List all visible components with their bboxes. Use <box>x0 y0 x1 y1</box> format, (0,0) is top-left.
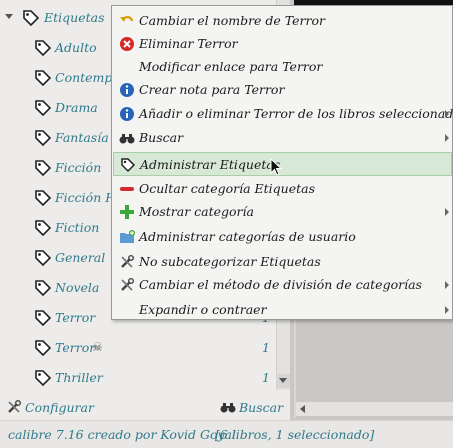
tag-icon <box>35 250 52 267</box>
tree-item-label: Ficción <box>55 160 102 175</box>
skull-icon: ☠ <box>92 340 103 354</box>
info-icon <box>119 106 135 122</box>
mouse-pointer-icon <box>270 158 282 176</box>
menu-item-label: Eliminar Terror <box>139 36 238 51</box>
menu-item-label: Administrar Etiquetas <box>140 157 281 172</box>
tools-icon <box>119 277 135 293</box>
menu-item-label: No subcategorizar Etiquetas <box>139 254 321 269</box>
tag-icon <box>35 130 52 147</box>
menu-item[interactable]: Añadir o eliminar Terror de los libros s… <box>113 102 453 126</box>
horizontal-scrollbar[interactable] <box>296 402 453 416</box>
context-menu: Cambiar el nombre de Terror Eliminar Terr… <box>111 5 453 320</box>
undo-arrow-icon <box>119 13 135 29</box>
submenu-arrow-icon <box>445 134 449 142</box>
menu-item-label: Ocultar categoría Etiquetas <box>139 181 316 196</box>
menu-item[interactable]: No subcategorizar Etiquetas <box>113 250 452 274</box>
plus-green-icon <box>119 204 135 220</box>
tree-item-count: 1 <box>262 370 270 385</box>
delete-red-icon <box>119 36 135 52</box>
tree-item[interactable]: Terror 1 ☠ <box>0 333 276 363</box>
menu-item[interactable]: Administrar categorías de usuario <box>113 225 452 249</box>
menu-item[interactable]: Crear nota para Terror <box>113 78 452 102</box>
search-label: Buscar <box>239 399 284 415</box>
tag-icon <box>35 40 52 57</box>
menu-item-label: Cambiar el nombre de Terror <box>139 13 326 28</box>
tree-item-label: Terror <box>55 340 96 355</box>
search-button[interactable]: Buscar <box>220 398 283 416</box>
menu-item[interactable]: Administrar Etiquetas <box>113 152 452 176</box>
menu-item[interactable]: Eliminar Terror <box>113 32 452 56</box>
tree-item-count: 1 <box>262 340 270 355</box>
tag-icon <box>35 220 52 237</box>
tree-item-label: Adulto <box>55 40 97 55</box>
menu-item-label: Crear nota para Terror <box>139 82 285 97</box>
tree-item-label: Thriller <box>55 370 103 385</box>
tree-item-label: Novela <box>55 280 100 295</box>
menu-item[interactable]: Mostrar categoría <box>113 200 452 224</box>
tree-item-label: Fantasía <box>55 130 109 145</box>
scroll-down-arrow-icon[interactable] <box>276 374 290 388</box>
status-selection: [6 libros, 1 seleccionado] <box>215 427 375 442</box>
configure-label: Configurar <box>25 399 94 415</box>
menu-item-label: Mostrar categoría <box>139 204 254 219</box>
menu-item-label: Añadir o eliminar Terror de los libros s… <box>139 106 453 121</box>
tree-category-label: Etiquetas <box>44 10 105 25</box>
tag-icon <box>35 160 52 177</box>
submenu-arrow-icon <box>445 110 449 118</box>
menu-item-label: Modificar enlace para Terror <box>139 59 323 74</box>
tag-icon <box>23 10 40 27</box>
menu-item[interactable]: Ocultar categoría Etiquetas <box>113 177 452 201</box>
tree-item-label: Terror <box>55 310 96 325</box>
menu-item-label: Cambiar el método de división de categor… <box>139 277 422 292</box>
binoculars-icon <box>220 403 236 413</box>
menu-item[interactable]: Cambiar el nombre de Terror <box>113 9 452 33</box>
menu-item[interactable]: Modificar enlace para Terror <box>113 55 452 79</box>
submenu-arrow-icon <box>445 306 449 314</box>
tag-icon <box>35 70 52 87</box>
menu-item-label: Buscar <box>139 130 184 145</box>
tag-icon <box>35 280 52 297</box>
configure-button[interactable]: Configurar <box>6 398 94 416</box>
binoculars-icon <box>119 130 135 146</box>
minus-red-icon <box>119 181 135 197</box>
tag-icon <box>35 340 52 357</box>
tag-icon <box>35 100 52 117</box>
info-icon <box>119 82 135 98</box>
expand-arrow-icon[interactable] <box>5 14 13 19</box>
submenu-arrow-icon <box>445 281 449 289</box>
tools-icon <box>8 400 21 413</box>
tag-browser-toolbar: Configurar Buscar <box>0 395 290 419</box>
tag-icon <box>35 190 52 207</box>
tag-icon <box>35 310 52 327</box>
status-bar: calibre 7.16 creado por Kovid Goyal [6 l… <box>0 420 453 448</box>
tag-icon <box>120 157 136 173</box>
menu-item[interactable]: Buscar <box>113 126 452 150</box>
submenu-arrow-icon <box>445 208 449 216</box>
status-version: calibre 7.16 creado por Kovid Goyal <box>8 427 236 442</box>
tag-icon <box>35 370 52 387</box>
tree-item-label: General <box>55 250 106 265</box>
folder-add-icon <box>119 229 135 245</box>
tree-item-label: Fiction <box>55 220 100 235</box>
tools-icon <box>119 254 135 270</box>
menu-item[interactable]: Expandir o contraer <box>113 298 452 322</box>
menu-item-label: Expandir o contraer <box>139 302 267 317</box>
tree-item[interactable]: Thriller 1 <box>0 363 276 393</box>
menu-item[interactable]: Cambiar el método de división de categor… <box>113 273 452 297</box>
menu-item-label: Administrar categorías de usuario <box>139 229 356 244</box>
tree-item-label: Drama <box>55 100 98 115</box>
